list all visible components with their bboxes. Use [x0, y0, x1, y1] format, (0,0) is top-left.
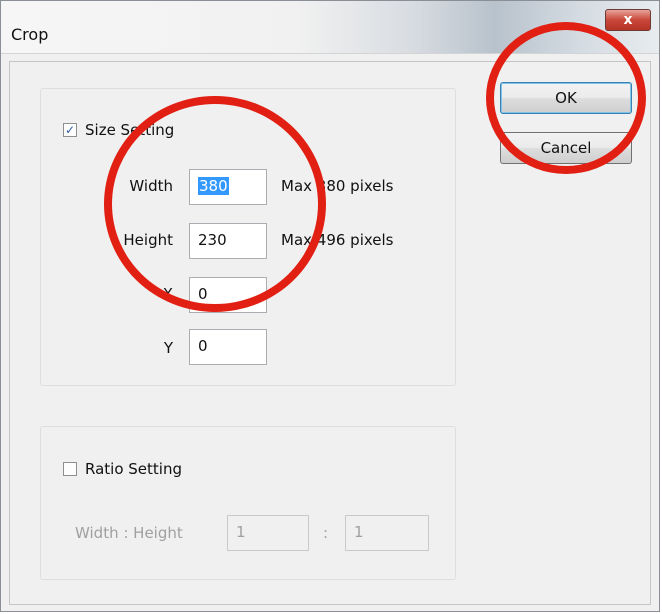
x-value: 0 [198, 285, 208, 303]
ratio-setting-label: Ratio Setting [85, 460, 182, 478]
ratio-setting-group: Ratio Setting Width : Height 1 : 1 [40, 426, 456, 580]
y-value: 0 [198, 337, 208, 355]
height-label: Height [123, 231, 173, 249]
ratio-label: Width : Height [75, 524, 183, 542]
width-input[interactable]: 380 [189, 169, 267, 205]
ratio-setting-checkbox[interactable] [63, 462, 77, 476]
ratio-height-value: 1 [354, 523, 364, 541]
size-setting-label: Size Setting [85, 121, 175, 139]
height-input[interactable]: 230 [189, 223, 267, 259]
cancel-button[interactable]: Cancel [500, 132, 632, 164]
title-bar: Crop x [1, 1, 659, 54]
ratio-width-input[interactable]: 1 [227, 515, 309, 551]
width-value: 380 [198, 177, 229, 195]
ratio-separator: : [323, 524, 329, 542]
y-label: Y [163, 339, 173, 357]
x-input[interactable]: 0 [189, 277, 267, 313]
dialog-body: ✓ Size Setting Width 380 Max 380 pixels … [9, 61, 651, 605]
height-max-text: Max 496 pixels [281, 231, 394, 249]
ok-button[interactable]: OK [500, 82, 632, 114]
x-label: X [162, 285, 173, 303]
crop-dialog: Crop x ✓ Size Setting Width 380 Max 380 … [0, 0, 660, 612]
dialog-title: Crop [11, 25, 49, 44]
width-label: Width [129, 177, 173, 195]
close-icon: x [623, 12, 633, 28]
checkmark-icon: ✓ [64, 123, 76, 137]
ratio-height-input[interactable]: 1 [345, 515, 429, 551]
y-input[interactable]: 0 [189, 329, 267, 365]
height-value: 230 [198, 231, 227, 249]
width-max-text: Max 380 pixels [281, 177, 394, 195]
close-button[interactable]: x [605, 9, 651, 31]
size-setting-group: ✓ Size Setting Width 380 Max 380 pixels … [40, 88, 456, 386]
size-setting-checkbox[interactable]: ✓ [63, 123, 77, 137]
ratio-width-value: 1 [236, 523, 246, 541]
